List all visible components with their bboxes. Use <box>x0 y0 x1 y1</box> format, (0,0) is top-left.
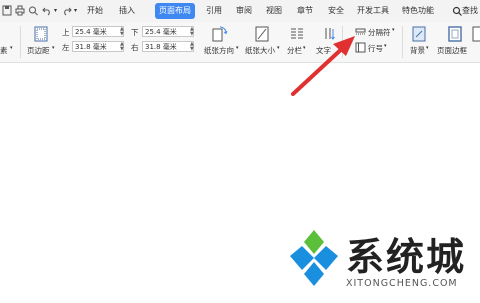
watermark-title: 系统城 <box>346 235 467 279</box>
watermark-logo-icon <box>290 230 338 286</box>
watermark-url: XITONGCHENG.COM <box>346 278 458 289</box>
